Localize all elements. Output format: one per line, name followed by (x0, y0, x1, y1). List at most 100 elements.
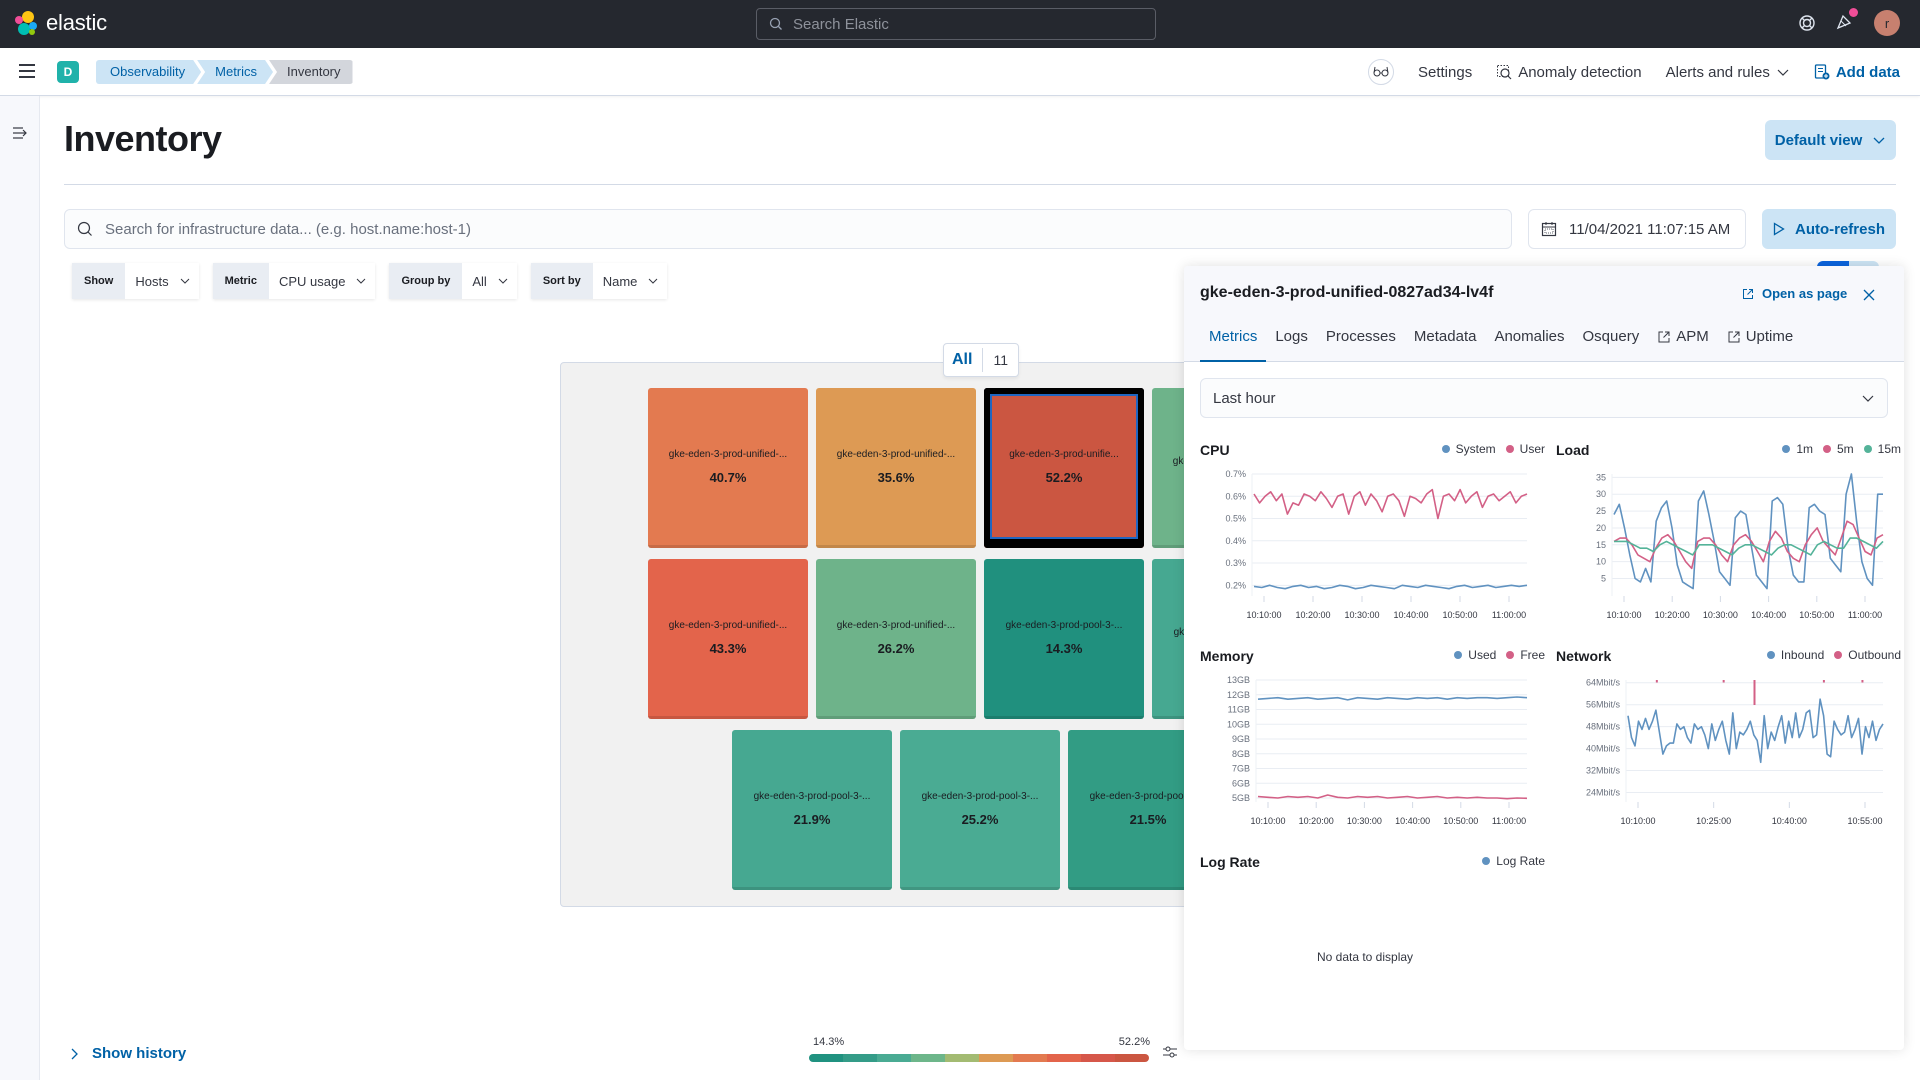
chevron-down-icon (649, 278, 658, 284)
legend-item[interactable]: Outbound (1834, 648, 1901, 662)
host-tile-name: gke-eden-3-prod-unifie... (1009, 448, 1119, 460)
y-tick-label: 11GB (1228, 705, 1250, 715)
global-search[interactable] (756, 8, 1156, 40)
tab-logs[interactable]: Logs (1266, 322, 1317, 362)
y-tick-label: 12GB (1227, 690, 1250, 700)
anomaly-detection-link[interactable]: Anomaly detection (1496, 64, 1642, 81)
host-tile[interactable]: gke-eden-3-prod-unified-... 40.7% (648, 388, 808, 548)
anomaly-icon (1497, 65, 1512, 80)
legend-item[interactable]: Log Rate (1482, 854, 1545, 868)
brand-name: elastic (46, 10, 107, 35)
breadcrumb-metrics[interactable]: Metrics (197, 60, 273, 84)
auto-refresh-button[interactable]: Auto-refresh (1762, 209, 1896, 249)
y-tick-label: 7GB (1232, 764, 1250, 774)
x-tick-label: 10:25:00 (1696, 816, 1731, 826)
filter-label: Group by (389, 263, 463, 299)
chart-cpu: CPU System User 0.2% 0.3% 0.4% 0.5% 0.6% 0.7% 10:… (1200, 442, 1545, 632)
breadcrumb-observability[interactable]: Observability (96, 60, 201, 84)
menu-icon[interactable] (18, 62, 36, 80)
help-icon[interactable] (1798, 14, 1816, 32)
host-tile-value: 26.2% (877, 640, 915, 656)
host-tile[interactable]: gke-eden-3-prod-unified-... 35.6% (816, 388, 976, 548)
user-avatar[interactable]: r (1874, 10, 1900, 36)
legend-item[interactable]: 5m (1822, 442, 1854, 456)
group-by-filter[interactable]: Group by All (389, 263, 517, 299)
space-avatar[interactable]: D (57, 61, 79, 83)
tab-metadata[interactable]: Metadata (1405, 322, 1486, 362)
metric-filter[interactable]: Metric CPU usage (212, 263, 376, 299)
filter-value: Hosts (135, 273, 169, 289)
show-history-button[interactable]: Show history (70, 1045, 186, 1062)
x-tick-label: 10:20:00 (1655, 610, 1690, 620)
chevron-down-icon (357, 278, 366, 284)
x-tick-label: 11:00:00 (1492, 816, 1526, 826)
time-period-select[interactable]: Last hour (1200, 378, 1888, 418)
x-tick-label: 10:40:00 (1393, 610, 1428, 620)
external-link-icon (1743, 288, 1753, 299)
show-filter[interactable]: Show Hosts (72, 263, 199, 299)
host-tile[interactable]: gke-eden-3-prod-pool-3-... 14.3% (984, 559, 1144, 719)
legend-dot (1766, 651, 1775, 659)
legend-dot (1822, 445, 1831, 453)
legend-item[interactable]: User (1505, 442, 1545, 456)
legend-dot (1482, 857, 1491, 865)
legend-item[interactable]: 15m (1863, 442, 1901, 456)
infrastructure-search[interactable] (64, 209, 1512, 249)
group-badge[interactable]: All 11 (943, 343, 1019, 377)
legend-item[interactable]: System (1441, 442, 1496, 456)
default-view-button[interactable]: Default view (1765, 120, 1896, 160)
toolbar-filters: Show Hosts Metric CPU usage Group by All… (72, 263, 668, 299)
chevron-down-icon (180, 278, 189, 284)
x-tick-label: 10:50:00 (1442, 610, 1477, 620)
page-title: Inventory (64, 118, 222, 159)
legend-dot (1834, 651, 1843, 659)
sort-by-filter[interactable]: Sort by Name (530, 263, 668, 299)
series-line-user (1253, 488, 1528, 520)
legend-step (843, 1054, 877, 1062)
open-as-page-label: Open as page (1762, 286, 1848, 301)
tab-metrics[interactable]: Metrics (1200, 322, 1267, 362)
x-tick-label: 10:10:00 (1606, 610, 1641, 620)
host-tile[interactable]: gke-eden-3-prod-pool-3-... 25.2% (900, 730, 1060, 890)
host-tile[interactable]: gke-eden-3-prod-unifie... 52.2% (984, 388, 1144, 548)
legend-item[interactable]: 1m (1782, 442, 1813, 456)
x-tick-label: 10:20:00 (1299, 816, 1334, 826)
host-tile-name: gke-eden-3-prod-pool-3-... (1005, 619, 1123, 631)
legend-item[interactable]: Used (1454, 648, 1496, 662)
legend-item[interactable]: Free (1506, 648, 1545, 662)
open-as-page-link[interactable]: Open as page (1742, 286, 1847, 301)
settings-link[interactable]: Settings (1418, 64, 1472, 81)
elastic-logo-icon (15, 11, 37, 35)
x-tick-label: 10:40:00 (1395, 816, 1430, 826)
legend-label: Outbound (1848, 648, 1901, 662)
add-data-link[interactable]: Add data (1814, 64, 1900, 81)
legend-settings-icon[interactable] (1162, 1045, 1178, 1059)
host-tile[interactable]: gke-eden-3-prod-unified-... 26.2% (816, 559, 976, 719)
divider (64, 184, 1896, 185)
infrastructure-search-input[interactable] (105, 220, 1485, 238)
feedback-button[interactable] (1368, 59, 1394, 85)
x-tick-label: 10:10:00 (1620, 816, 1655, 826)
legend-dot (1454, 651, 1463, 659)
tab-processes[interactable]: Processes (1317, 322, 1405, 362)
tab-anomalies[interactable]: Anomalies (1485, 322, 1573, 362)
elastic-logo[interactable]: elastic (14, 10, 107, 36)
news-button[interactable] (1836, 7, 1858, 35)
y-tick-label: 0.7% (1225, 469, 1246, 479)
chart-plot: 5 10 15 20 25 30 35 10:10:00 10:20:00 10:30:00 10:… (1596, 472, 1884, 620)
host-tile[interactable]: gke-eden-3-prod-unified-... 43.3% (648, 559, 808, 719)
legend-item[interactable]: Inbound (1766, 648, 1824, 662)
alerts-and-rules-menu[interactable]: Alerts and rules (1666, 64, 1790, 81)
global-search-input[interactable] (793, 15, 1133, 33)
tab-uptime[interactable]: Uptime (1718, 322, 1803, 362)
legend-step (979, 1054, 1013, 1062)
legend-step (1115, 1054, 1149, 1062)
date-picker[interactable]: 11/04/2021 11:07:15 AM (1528, 209, 1746, 249)
series-line-used (1257, 696, 1528, 701)
date-value: 11/04/2021 11:07:15 AM (1569, 220, 1731, 238)
host-tile[interactable]: gke-eden-3-prod-pool-3-... 21.9% (732, 730, 892, 890)
tab-osquery[interactable]: Osquery (1574, 322, 1649, 362)
close-icon[interactable] (1862, 288, 1876, 302)
expand-nav-icon[interactable] (12, 126, 28, 140)
tab-apm[interactable]: APM (1648, 322, 1718, 362)
